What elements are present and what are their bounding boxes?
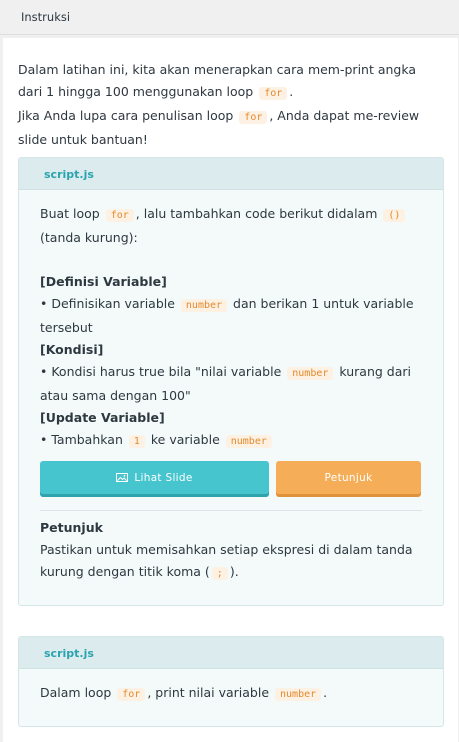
intro-line1: Dalam latihan ini, kita akan menerapkan …	[18, 62, 417, 99]
view-slide-label: Lihat Slide	[134, 471, 193, 484]
tab-script-js[interactable]: script.js	[44, 647, 94, 660]
code-one: 1	[128, 435, 145, 448]
code-for: for	[259, 87, 288, 100]
hint-button-label: Petunjuk	[324, 471, 373, 484]
section-title-condition: [Kondisi]	[40, 342, 104, 357]
intro-text: Dalam latihan ini, kita akan menerapkan …	[18, 62, 420, 147]
intro-line2: Jika Anda lupa cara penulisan loop	[18, 108, 234, 123]
section-title-update: [Update Variable]	[40, 410, 165, 425]
task-paragraph: Buat loop for, lalu tambahkan code berik…	[40, 203, 422, 249]
divider	[40, 510, 422, 511]
view-slide-button[interactable]: Lihat Slide	[40, 461, 269, 494]
code-parentheses: ()	[383, 209, 406, 222]
instructions-header: Instruksi	[0, 0, 459, 35]
instructions-panel: Dalam latihan ini, kita akan menerapkan …	[3, 38, 458, 742]
image-icon	[116, 473, 129, 482]
hint-title: Petunjuk	[40, 520, 103, 535]
task-card-2: script.js Dalam loop for, print nilai va…	[18, 636, 444, 727]
task-instructions: Buat loop for, lalu tambahkan code berik…	[40, 203, 422, 453]
hint-button[interactable]: Petunjuk	[276, 461, 421, 494]
tab-script-js[interactable]: script.js	[44, 168, 94, 181]
task-instructions: Dalam loop for, print nilai variable num…	[40, 685, 328, 701]
section-title-definition: [Definisi Variable]	[40, 274, 167, 289]
hint-text: Pastikan untuk memisahkan setiap ekspres…	[40, 542, 413, 580]
code-number: number	[180, 299, 228, 312]
section-text-update: • Tambahkan 1 ke variable number	[40, 429, 422, 453]
header-title: Instruksi	[21, 10, 71, 24]
code-for: for	[117, 688, 146, 701]
code-number: number	[225, 435, 272, 448]
code-semicolon: ;	[211, 567, 228, 580]
task-card-1: script.js Buat loop for, lalu tambahkan …	[18, 157, 444, 606]
code-for: for	[105, 209, 134, 222]
section-text-condition: • Kondisi harus true bila "nilai variabl…	[40, 364, 411, 403]
section-text-definition: • Definisikan variable number dan berika…	[40, 296, 414, 335]
code-number: number	[275, 688, 322, 701]
code-number: number	[287, 367, 334, 380]
code-for: for	[239, 111, 268, 124]
